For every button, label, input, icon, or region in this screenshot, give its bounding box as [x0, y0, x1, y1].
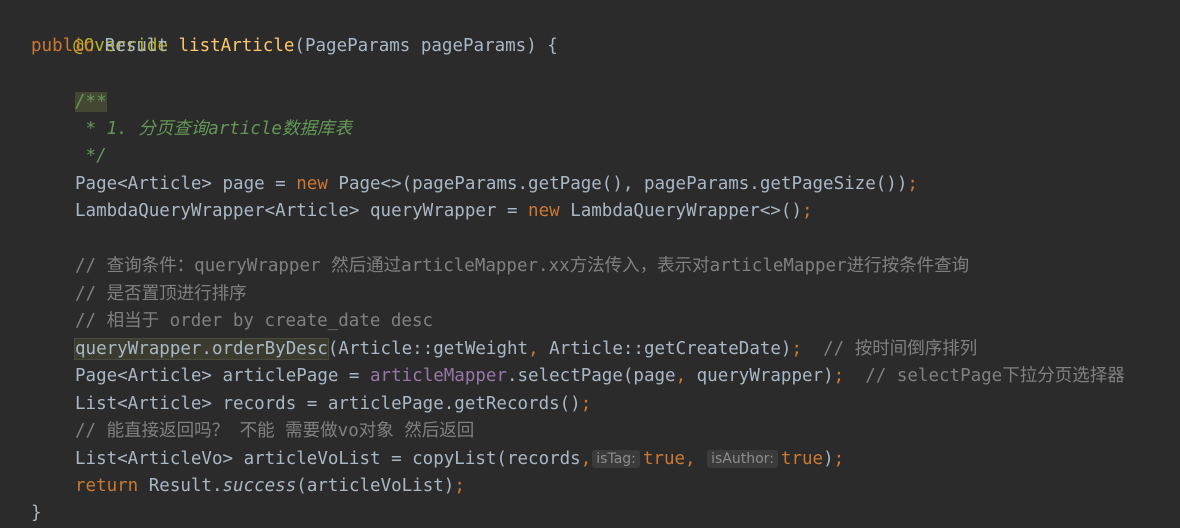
success-arg: (articleVoList): [296, 476, 455, 496]
semicolon: ;: [833, 366, 845, 386]
page-ctor: Page<>(pageParams.getPage(), pageParams.…: [327, 174, 908, 194]
param-hint-is-tag: isTag:: [592, 450, 640, 468]
semicolon: ;: [907, 174, 918, 194]
select-page-arg: queryWrapper): [686, 366, 834, 386]
method-params: (PageParams pageParams) {: [294, 36, 558, 56]
comment-select-page: // selectPage下拉分页选择器: [844, 366, 1125, 386]
order-by-desc-call: queryWrapper.orderByDesc: [74, 338, 329, 360]
comment-sort-top: // 是否置顶进行排序: [75, 284, 247, 304]
comment-query-condition: // 查询条件：queryWrapper 然后通过articleMapper.x…: [75, 256, 970, 276]
return-keyword: return: [75, 476, 139, 496]
code-line-6: */: [75, 143, 107, 170]
article-page-decl: Page<Article> articlePage =: [75, 366, 371, 386]
code-line-5: * 1. 分页查询article数据库表: [75, 116, 352, 143]
param-hint-is-author: isAuthor:: [707, 450, 778, 468]
code-line-7: Page<Article> page = new Page<>(pagePara…: [75, 171, 918, 198]
code-line-8: LambdaQueryWrapper<Article> queryWrapper…: [75, 198, 813, 225]
true-literal: true: [780, 449, 824, 469]
code-line-13: queryWrapper.orderByDesc(Article::getWei…: [74, 336, 978, 363]
comma: ,: [580, 449, 592, 469]
method-name: listArticle: [178, 36, 295, 56]
new-keyword: new: [528, 201, 560, 221]
semicolon: ;: [801, 201, 813, 221]
vo-list-decl: List<ArticleVo> articleVoList = copyList…: [75, 449, 581, 469]
comma: ,: [675, 366, 687, 386]
wrapper-ctor: LambdaQueryWrapper<>(): [559, 201, 802, 221]
page-decl: Page<Article> page =: [75, 174, 297, 194]
code-line-17: List<ArticleVo> articleVoList = copyList…: [75, 446, 844, 473]
new-keyword: new: [296, 174, 328, 194]
code-line-19: }: [31, 500, 42, 527]
javadoc-text: * 1. 分页查询article数据库表: [75, 119, 352, 139]
closing-brace: }: [31, 503, 42, 523]
javadoc-close: */: [75, 146, 107, 166]
wrapper-decl: LambdaQueryWrapper<Article> queryWrapper…: [75, 201, 529, 221]
code-editor[interactable]: @Override public Result listArticle(Page…: [0, 0, 1180, 528]
return-type: Result: [94, 36, 179, 56]
code-line-18: return Result.success(articleVoList);: [75, 473, 465, 500]
semicolon: ;: [454, 476, 465, 496]
code-line-16: // 能直接返回吗？ 不能 需要做vo对象 然后返回: [75, 418, 474, 445]
success-call: success: [222, 476, 297, 496]
order-arg-weight: (Article::getWeight: [327, 339, 529, 359]
order-arg-date: Article::getCreateDate): [538, 339, 792, 359]
code-line-2: public Result listArticle(PageParams pag…: [31, 33, 558, 60]
article-mapper-field: articleMapper: [370, 366, 507, 386]
result-class: Result.: [138, 476, 223, 496]
semicolon: ;: [833, 449, 845, 469]
code-line-12: // 相当于 order by create_date desc: [75, 308, 433, 335]
comma: ,: [528, 339, 539, 359]
true-literal: true: [642, 449, 686, 469]
close-paren: ): [823, 449, 834, 469]
comment-order-by: // 相当于 order by create_date desc: [75, 311, 434, 331]
select-page-call: .selectPage(page: [506, 366, 676, 386]
records-decl: List<Article> records = articlePage.getR…: [75, 394, 581, 414]
code-line-15: List<Article> records = articlePage.getR…: [75, 391, 591, 418]
comma: ,: [685, 449, 707, 469]
semicolon: ;: [580, 394, 592, 414]
code-line-10: // 查询条件：queryWrapper 然后通过articleMapper.x…: [75, 253, 969, 280]
code-line-14: Page<Article> articlePage = articleMappe…: [75, 363, 1125, 390]
semicolon: ;: [791, 339, 803, 359]
code-line-11: // 是否置顶进行排序: [75, 281, 247, 308]
comment-vo-object: // 能直接返回吗？ 不能 需要做vo对象 然后返回: [75, 421, 475, 441]
comment-time-desc: // 按时间倒序排列: [802, 339, 978, 359]
code-line-4: /**: [75, 89, 107, 116]
javadoc-open: /**: [75, 92, 107, 112]
code-line-1: @Override: [31, 6, 168, 56]
public-keyword: public: [31, 36, 95, 56]
